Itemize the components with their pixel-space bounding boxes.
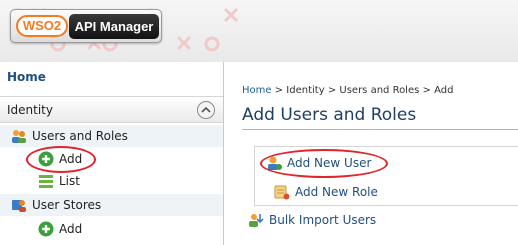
breadcrumb-identity: Identity — [286, 85, 325, 96]
highlight-annotation-add-new-user — [260, 149, 388, 178]
bulk-import-users-link[interactable]: Bulk Import Users — [248, 210, 376, 230]
breadcrumb: Home > Identity > Users and Roles > Add — [242, 85, 453, 96]
list-icon — [39, 175, 53, 188]
breadcrumb-users-roles: Users and Roles — [339, 85, 420, 96]
logo-brand: WSO2 — [16, 15, 68, 37]
action-label: Bulk Import Users — [269, 213, 377, 227]
breadcrumb-home[interactable]: Home — [242, 85, 272, 96]
add-role-icon — [274, 185, 290, 200]
bulk-import-icon — [249, 214, 264, 227]
breadcrumb-current: Add — [434, 85, 454, 96]
user-stores-icon — [12, 200, 26, 212]
title-divider — [242, 129, 518, 130]
breadcrumb-separator: > — [422, 85, 431, 96]
sidebar-item-users-and-roles[interactable]: Users and Roles — [0, 125, 223, 147]
sidebar-item-label: List — [59, 174, 80, 188]
sidebar: Home Identity Users and Roles Add List U… — [0, 62, 224, 245]
action-label: Add New Role — [295, 185, 378, 199]
sidebar-item-add-user-store[interactable]: Add — [38, 218, 82, 240]
highlight-annotation-sidebar-add — [26, 146, 96, 173]
sidebar-section-identity[interactable]: Identity — [0, 96, 223, 123]
identity-label: Identity — [7, 103, 53, 117]
sidebar-item-label: Users and Roles — [32, 129, 128, 143]
page-title: Add Users and Roles — [242, 105, 417, 125]
sidebar-home-link[interactable]: Home — [7, 70, 46, 84]
collapse-chevron-icon[interactable] — [197, 101, 215, 119]
sidebar-item-list[interactable]: List — [38, 170, 80, 192]
add-new-role-link[interactable]: Add New Role — [274, 182, 378, 202]
sidebar-item-user-stores[interactable]: User Stores — [0, 194, 223, 216]
sidebar-item-label: Add — [59, 222, 83, 236]
header-banner: WSO2 API Manager — [0, 0, 518, 62]
users-roles-icon — [12, 130, 26, 143]
sidebar-item-label: User Stores — [32, 198, 102, 212]
app-logo[interactable]: WSO2 API Manager — [10, 9, 162, 43]
add-icon — [38, 221, 54, 237]
logo-product: API Manager — [69, 14, 159, 39]
breadcrumb-separator: > — [274, 85, 284, 96]
breadcrumb-separator: > — [327, 85, 337, 96]
